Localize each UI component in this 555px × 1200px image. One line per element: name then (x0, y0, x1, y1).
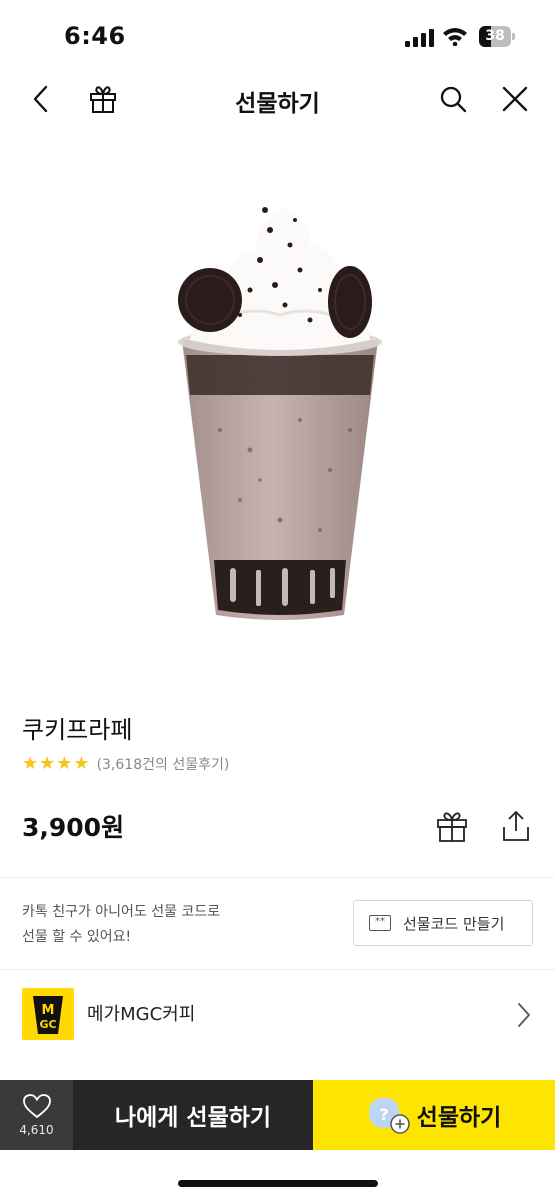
battery-level: 38 (485, 28, 505, 44)
make-gift-code-label: 선물코드 만들기 (403, 914, 505, 933)
share-button[interactable] (498, 808, 534, 844)
chevron-right-icon (518, 1003, 530, 1027)
like-button[interactable]: 4,610 (0, 1080, 73, 1150)
nav-bar: 선물하기 (0, 72, 555, 128)
divider (0, 877, 555, 878)
star-icon: ★ (22, 753, 39, 774)
rating-row[interactable]: ★ ★ ★ ★ (3,618건의 선물후기) (22, 753, 229, 775)
logo-text-bottom: GC (39, 1018, 56, 1031)
battery-icon: 38 (479, 26, 515, 47)
search-icon (440, 86, 467, 113)
star-icon: ★ (39, 753, 56, 774)
logo-text-top: M (42, 1003, 55, 1018)
share-icon (503, 810, 529, 841)
signal-icon (405, 29, 434, 47)
gift-to-me-label: 나에게 선물하기 (114, 1105, 272, 1131)
brand-row[interactable]: M GC 메가MGC커피 (0, 970, 555, 1058)
add-friend-icon: ? (368, 1098, 410, 1134)
product-image (178, 207, 382, 620)
gift-icon-text: ? (379, 1105, 388, 1124)
close-button[interactable] (500, 84, 530, 114)
gift-wrap-button[interactable] (434, 808, 470, 844)
close-icon (502, 86, 528, 112)
gift-icon (437, 812, 467, 842)
status-bar: 6:46 38 (0, 0, 555, 72)
make-gift-code-button[interactable]: ** 선물코드 만들기 (353, 900, 533, 946)
gift-to-me-button[interactable]: 나에게 선물하기 (73, 1080, 313, 1150)
review-count: (3,618건의 선물후기) (96, 757, 230, 773)
heart-icon (22, 1094, 51, 1119)
brand-name: 메가MGC커피 (87, 1004, 196, 1025)
product-name: 쿠키프라페 (22, 716, 133, 744)
status-time: 6:46 (64, 22, 126, 50)
search-button[interactable] (438, 84, 468, 114)
mega-coffee-logo: M GC (33, 996, 63, 1034)
bottom-action-bar: 4,610 나에게 선물하기 ? 선물하기 (0, 1080, 555, 1150)
page-title: 선물하기 (235, 91, 320, 117)
gift-code-line-2: 선물 할 수 있어요! (22, 929, 132, 945)
code-card-icon: ** (369, 915, 391, 931)
gift-button[interactable]: ? 선물하기 (313, 1080, 555, 1150)
gift-code-description: 카톡 친구가 아니어도 선물 코드로 선물 할 수 있어요! (22, 900, 322, 950)
brand-logo: M GC (22, 988, 74, 1040)
star-icon: ★ (73, 753, 90, 774)
product-price: 3,900원 (22, 813, 125, 842)
star-icon: ★ (56, 753, 73, 774)
home-indicator[interactable] (178, 1180, 378, 1187)
wifi-icon (443, 28, 467, 46)
gift-label: 선물하기 (416, 1105, 502, 1131)
gift-code-line-1: 카톡 친구가 아니어도 선물 코드로 (22, 904, 221, 920)
rating-stars: ★ ★ ★ ★ (22, 755, 90, 773)
like-count: 4,610 (19, 1123, 54, 1137)
